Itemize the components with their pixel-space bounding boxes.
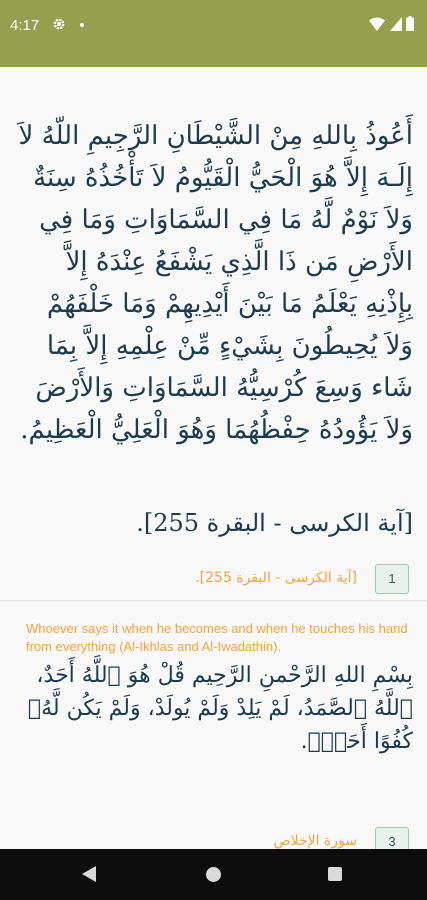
wifi-icon (369, 17, 385, 31)
battery-icon (406, 16, 414, 31)
home-icon[interactable] (206, 867, 221, 882)
gear-icon (53, 18, 65, 30)
zikr-reference: [آية الكرسى - البقرة 255]. (195, 570, 357, 586)
status-bar: 4:17 (0, 0, 427, 67)
status-time: 4:17 (10, 17, 40, 34)
card-divider (0, 600, 427, 601)
azkar-list[interactable]: أَعُوذُ بِاللهِ مِنْ الشَّيْطَانِ الرَّج… (0, 67, 427, 849)
recents-icon[interactable] (328, 867, 342, 881)
repeat-count-button[interactable]: 3 (375, 827, 409, 849)
zikr-inline-reference: [آية الكرسى - البقرة 255]. (136, 509, 413, 537)
back-icon[interactable] (82, 866, 96, 882)
signal-icon (390, 17, 402, 31)
zikr-reference: سورة الإخلاص (273, 833, 357, 849)
repeat-count-button[interactable]: 1 (375, 564, 409, 594)
navigation-bar (0, 849, 427, 900)
zikr-virtue-text: Whoever says it when he becomes and when… (26, 621, 408, 654)
notification-dot-icon (80, 23, 84, 27)
zikr-arabic-text: أَعُوذُ بِاللهِ مِنْ الشَّيْطَانِ الرَّج… (18, 121, 413, 445)
zikr-arabic-text: بِسْمِ اللهِ الرَّحْمنِ الرَّحِيم قُلْ ه… (27, 663, 413, 754)
